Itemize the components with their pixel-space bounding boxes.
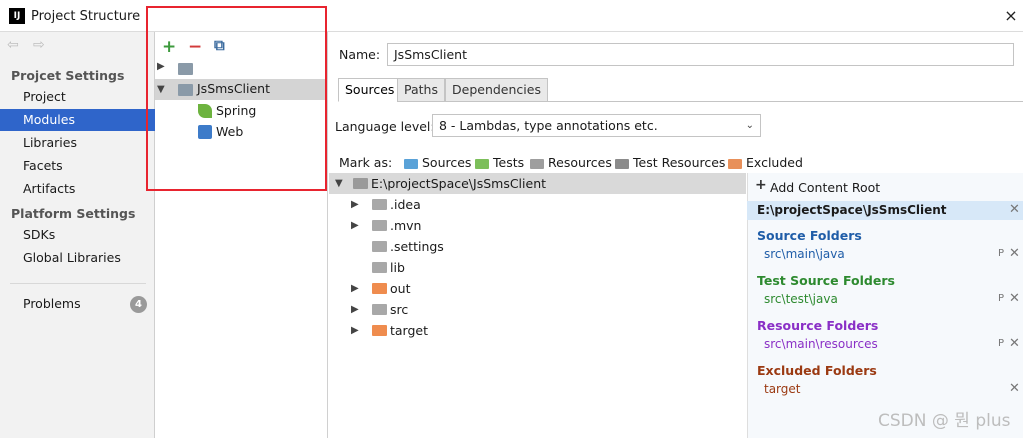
window-title: Project Structure xyxy=(31,9,141,24)
tree-row[interactable]: .settings xyxy=(329,236,746,257)
remove-resource-icon[interactable]: ✕ xyxy=(1009,336,1020,351)
properties-icon[interactable]: P xyxy=(998,248,1004,259)
resource-folder-path[interactable]: src\main\resources xyxy=(764,337,878,351)
add-icon[interactable]: + xyxy=(755,177,767,193)
source-folder-path[interactable]: src\main\java xyxy=(764,247,845,261)
language-level-value: 8 - Lambdas, type annotations etc. xyxy=(439,118,658,133)
test-folder-path[interactable]: src\test\java xyxy=(764,292,838,306)
name-label: Name: xyxy=(339,47,381,62)
problems-count-badge: 4 xyxy=(130,296,147,313)
language-level-select[interactable]: 8 - Lambdas, type annotations etc. ⌄ xyxy=(432,114,761,137)
sidebar-item-libraries[interactable]: Libraries xyxy=(0,132,155,154)
expand-arrow-icon[interactable]: ▶ xyxy=(351,320,359,341)
remove-source-icon[interactable]: ✕ xyxy=(1009,246,1020,261)
properties-icon[interactable]: P xyxy=(998,338,1004,349)
sidebar-item-sdks[interactable]: SDKs xyxy=(0,224,155,246)
tree-row[interactable]: ▶ .mvn xyxy=(329,215,746,236)
excluded-folder-path[interactable]: target xyxy=(764,382,801,396)
excluded-folders-heading: Excluded Folders xyxy=(757,363,877,378)
folder-icon xyxy=(372,304,387,315)
tab-dependencies[interactable]: Dependencies xyxy=(445,78,548,102)
remove-test-icon[interactable]: ✕ xyxy=(1009,291,1020,306)
mark-test-resources-button[interactable]: Test Resources xyxy=(615,155,725,170)
folder-icon xyxy=(372,220,387,231)
language-level-label: Language level: xyxy=(335,119,435,134)
tree-row[interactable]: ▶ target xyxy=(329,320,746,341)
module-name-field[interactable]: JsSmsClient xyxy=(387,43,1014,66)
sidebar-item-modules[interactable]: Modules xyxy=(0,109,155,131)
test-resources-folder-icon xyxy=(615,158,629,169)
source-folders-heading: Source Folders xyxy=(757,228,862,243)
highlight-box xyxy=(146,6,327,191)
tree-row-root[interactable]: ▼ E:\projectSpace\JsSmsClient xyxy=(329,173,746,194)
section-project-settings: Projcet Settings xyxy=(11,68,125,83)
expand-arrow-icon[interactable]: ▶ xyxy=(351,299,359,320)
tree-item-label: .settings xyxy=(390,239,444,254)
watermark: CSDN @ 뭔 plus xyxy=(878,411,1011,431)
sidebar-item-project[interactable]: Project xyxy=(0,86,155,108)
mark-excluded-button[interactable]: Excluded xyxy=(728,155,803,170)
tree-item-label: out xyxy=(390,281,411,296)
sidebar-item-artifacts[interactable]: Artifacts xyxy=(0,178,155,200)
tree-item-label: src xyxy=(390,302,409,317)
mark-test-resources-label: Test Resources xyxy=(633,155,726,170)
remove-root-icon[interactable]: ✕ xyxy=(1009,202,1020,217)
mark-sources-label: Sources xyxy=(422,155,472,170)
sidebar-divider xyxy=(10,283,146,284)
folder-icon xyxy=(372,199,387,210)
resource-folders-heading: Resource Folders xyxy=(757,318,879,333)
mark-resources-label: Resources xyxy=(548,155,612,170)
tree-row[interactable]: lib xyxy=(329,257,746,278)
tests-folder-icon xyxy=(475,158,489,169)
sidebar-item-facets[interactable]: Facets xyxy=(0,155,155,177)
tree-item-label: target xyxy=(390,323,429,338)
expand-arrow-icon[interactable]: ▶ xyxy=(351,215,359,236)
mark-tests-label: Tests xyxy=(493,155,525,170)
remove-excluded-icon[interactable]: ✕ xyxy=(1009,381,1020,396)
folder-icon xyxy=(372,262,387,273)
mark-sources-button[interactable]: Sources xyxy=(404,155,471,170)
collapse-arrow-icon[interactable]: ▼ xyxy=(335,173,343,194)
tree-item-label: lib xyxy=(390,260,405,275)
back-arrow-icon[interactable]: ⇦ xyxy=(7,37,19,53)
folder-icon xyxy=(353,178,368,189)
tree-row[interactable]: ▶ .idea xyxy=(329,194,746,215)
add-content-root-button[interactable]: Add Content Root xyxy=(770,180,880,195)
content-root-path: E:\projectSpace\JsSmsClient xyxy=(757,203,947,217)
tab-paths[interactable]: Paths xyxy=(397,78,445,102)
expand-arrow-icon[interactable]: ▶ xyxy=(351,194,359,215)
sidebar-item-global-libraries[interactable]: Global Libraries xyxy=(0,247,155,269)
forward-arrow-icon[interactable]: ⇨ xyxy=(33,37,45,53)
mark-tests-button[interactable]: Tests xyxy=(475,155,524,170)
excluded-folder-icon xyxy=(372,283,387,294)
intellij-logo-icon: IJ xyxy=(9,8,25,24)
mark-as-label: Mark as: xyxy=(339,155,393,170)
excluded-folder-icon xyxy=(372,325,387,336)
tree-item-label: .idea xyxy=(390,197,421,212)
mark-excluded-label: Excluded xyxy=(746,155,803,170)
section-platform-settings: Platform Settings xyxy=(11,206,136,221)
resources-folder-icon xyxy=(530,158,544,169)
close-icon[interactable]: × xyxy=(1002,6,1020,25)
chevron-down-icon: ⌄ xyxy=(745,120,754,131)
test-source-folders-heading: Test Source Folders xyxy=(757,273,895,288)
tree-item-label: .mvn xyxy=(390,218,422,233)
folder-icon xyxy=(372,241,387,252)
tree-row[interactable]: ▶ src xyxy=(329,299,746,320)
tree-root-label: E:\projectSpace\JsSmsClient xyxy=(371,176,547,191)
expand-arrow-icon[interactable]: ▶ xyxy=(351,278,359,299)
excluded-folder-icon xyxy=(728,158,742,169)
sources-folder-icon xyxy=(404,158,418,169)
tree-row[interactable]: ▶ out xyxy=(329,278,746,299)
mark-resources-button[interactable]: Resources xyxy=(530,155,612,170)
properties-icon[interactable]: P xyxy=(998,293,1004,304)
tab-sources[interactable]: Sources xyxy=(338,78,402,102)
